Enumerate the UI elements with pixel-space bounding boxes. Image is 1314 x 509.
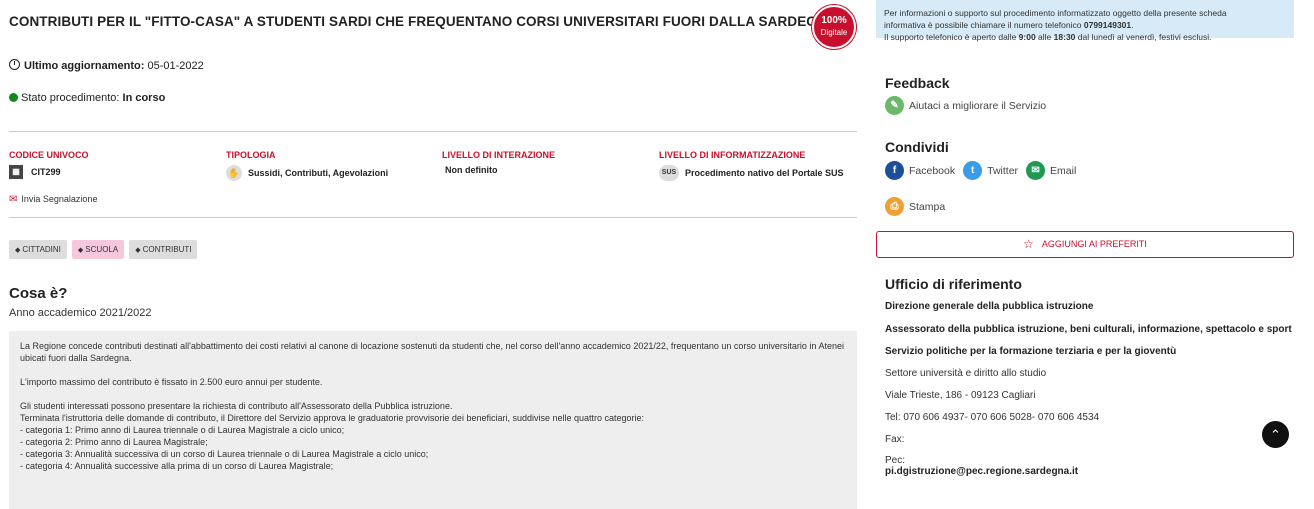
tag-list: ◆ CITTADINI ◆ SCUOLA ◆ CONTRIBUTI xyxy=(9,240,198,259)
office-pec-email[interactable]: pi.dgistruzione@pec.regione.sardegna.it xyxy=(885,466,1078,477)
share-twitter[interactable]: t Twitter xyxy=(963,161,1018,180)
meta-type-heading: TIPOLOGIA xyxy=(226,150,276,160)
support-phone: 0799149301 xyxy=(1083,20,1132,30)
status-dot-icon xyxy=(9,93,18,102)
share-facebook[interactable]: f Facebook xyxy=(885,161,955,180)
procedure-state: Stato procedimento: In corso xyxy=(9,92,165,104)
report-label: Invia Segnalazione xyxy=(21,194,98,204)
favorites-label: AGGIUNGI AI PREFERITI xyxy=(1041,239,1147,249)
email-icon: ✉ xyxy=(1026,161,1046,180)
tag-label: SCUOLA xyxy=(85,245,119,254)
description-line: Terminata l'istruttoria delle domande di… xyxy=(20,413,645,423)
feedback-link[interactable]: ✎ Aiutaci a migliorare il Servizio xyxy=(885,96,1046,115)
tag-scuola[interactable]: ◆ SCUOLA xyxy=(71,240,125,259)
office-sector: Settore università e diritto allo studio xyxy=(885,368,1047,379)
description-box: La Regione concede contributi destinati … xyxy=(9,331,857,509)
twitter-icon: t xyxy=(963,161,983,180)
facebook-label: Facebook xyxy=(909,164,956,177)
state-value: In corso xyxy=(122,92,166,104)
office-direction: Direzione generale della pubblica istruz… xyxy=(885,301,1094,312)
description-paragraph: L'importo massimo del contributo è fissa… xyxy=(20,377,323,387)
meta-digitalization-value: Procedimento nativo del Portale SUS xyxy=(685,168,844,178)
hours-to: 18:30 xyxy=(1053,32,1076,42)
office-pec-label: Pec: xyxy=(885,455,906,466)
support-info-box: Per informazioni o supporto sul procedim… xyxy=(876,0,1294,42)
description-line: Gli studenti interessati possono present… xyxy=(20,401,453,411)
description-paragraph: La Regione concede contributi destinati … xyxy=(20,341,844,363)
info-line: Per informazioni o supporto sul procedim… xyxy=(884,8,1227,18)
envelope-icon: ✉ xyxy=(9,194,18,205)
info-text: alle xyxy=(1035,32,1054,42)
share-row: f Facebook t Twitter ✉ Email xyxy=(885,161,1076,180)
category-line: - categoria 2: Primo anno di Laurea Magi… xyxy=(20,437,208,447)
academic-year: Anno accademico 2021/2022 xyxy=(9,307,152,319)
tag-contributi[interactable]: ◆ CONTRIBUTI xyxy=(129,240,198,259)
email-label: Email xyxy=(1050,164,1077,177)
meta-interaction: LIVELLO DI INTERAZIONE Non definito xyxy=(442,150,555,175)
sus-icon: SUS xyxy=(659,165,679,181)
update-label: Ultimo aggiornamento: xyxy=(24,60,145,72)
meta-type: TIPOLOGIA ✋ Sussidi, Contributi, Agevolaz… xyxy=(226,150,388,181)
add-favorites-button[interactable]: ☆ AGGIUNGI AI PREFERITI xyxy=(876,231,1294,258)
print-label: Stampa xyxy=(909,200,946,213)
category-line: - categoria 1: Primo anno di Laurea trie… xyxy=(20,425,345,435)
feedback-icon: ✎ xyxy=(885,96,904,115)
star-icon: ☆ xyxy=(1023,237,1034,251)
meta-digitalization-heading: LIVELLO DI INFORMATIZZAZIONE xyxy=(659,150,806,160)
meta-code-heading: CODICE UNIVOCO xyxy=(9,150,89,160)
divider xyxy=(9,217,857,218)
tag-icon: ◆ xyxy=(135,247,141,254)
clock-icon xyxy=(9,59,20,70)
office-service: Servizio politiche per la formazione ter… xyxy=(885,346,1177,357)
page-title: CONTRIBUTI PER IL "FITTO-CASA" A STUDENT… xyxy=(9,14,837,29)
tag-cittadini[interactable]: ◆ CITTADINI xyxy=(9,240,67,259)
info-line: informativa è possibile chiamare il nume… xyxy=(884,19,1286,31)
info-text: dal lunedì al venerdì, festivi esclusi. xyxy=(1075,32,1212,42)
divider xyxy=(9,131,857,132)
office-heading: Ufficio di riferimento xyxy=(885,276,1022,292)
chevron-up-icon: ⌃ xyxy=(1270,427,1281,442)
tag-label: CONTRIBUTI xyxy=(142,245,192,254)
report-link[interactable]: ✉ Invia Segnalazione xyxy=(9,194,97,205)
tag-icon: ◆ xyxy=(15,247,21,254)
meta-type-value: Sussidi, Contributi, Agevolazioni xyxy=(248,168,389,178)
scroll-to-top-button[interactable]: ⌃ xyxy=(1262,421,1289,448)
hand-coin-icon: ✋ xyxy=(226,165,242,181)
meta-code: CODICE UNIVOCO ▦ CIT299 xyxy=(9,150,89,179)
feedback-label: Aiutaci a migliorare il Servizio xyxy=(909,99,1047,112)
meta-interaction-heading: LIVELLO DI INTERAZIONE xyxy=(442,150,556,160)
meta-digitalization: LIVELLO DI INFORMATIZZAZIONE SUS Procedim… xyxy=(659,150,844,181)
update-date: 05-01-2022 xyxy=(147,60,204,72)
feedback-heading: Feedback xyxy=(885,75,950,91)
category-line: - categoria 4: Annualità successive alla… xyxy=(20,461,334,471)
info-text: . xyxy=(1131,20,1134,30)
digital-100-badge: 100% Digitale xyxy=(812,5,856,49)
office-fax: Fax: xyxy=(885,434,905,445)
state-label: Stato procedimento: xyxy=(21,92,120,104)
office-department: Assessorato della pubblica istruzione, b… xyxy=(885,324,1292,335)
badge-percent: 100% xyxy=(821,15,847,26)
print-link[interactable]: ⎙ Stampa xyxy=(885,197,945,216)
category-line: - categoria 3: Annualità successiva di u… xyxy=(20,449,429,459)
qr-icon: ▦ xyxy=(9,165,23,179)
last-update: Ultimo aggiornamento: 05-01-2022 xyxy=(9,59,204,72)
section-heading: Cosa è? xyxy=(9,285,68,302)
info-text: informativa è possibile chiamare il nume… xyxy=(884,20,1084,30)
printer-icon: ⎙ xyxy=(885,197,904,216)
office-address: Viale Trieste, 186 - 09123 Cagliari xyxy=(885,390,1036,401)
share-heading: Condividi xyxy=(885,139,949,155)
facebook-icon: f xyxy=(885,161,904,180)
badge-label: Digitale xyxy=(820,28,848,37)
info-text: Il supporto telefonico è aperto dalle xyxy=(884,32,1019,42)
tag-label: CITTADINI xyxy=(22,245,61,254)
share-email[interactable]: ✉ Email xyxy=(1026,161,1076,180)
office-phone: Tel: 070 606 4937- 070 606 5028- 070 606… xyxy=(885,412,1100,423)
meta-interaction-value: Non definito xyxy=(445,165,498,175)
meta-code-value: CIT299 xyxy=(31,167,61,177)
hours-from: 9:00 xyxy=(1018,32,1036,42)
tag-icon: ◆ xyxy=(77,247,84,254)
info-line: Il supporto telefonico è aperto dalle 9:… xyxy=(884,31,1286,43)
twitter-label: Twitter xyxy=(987,164,1019,177)
